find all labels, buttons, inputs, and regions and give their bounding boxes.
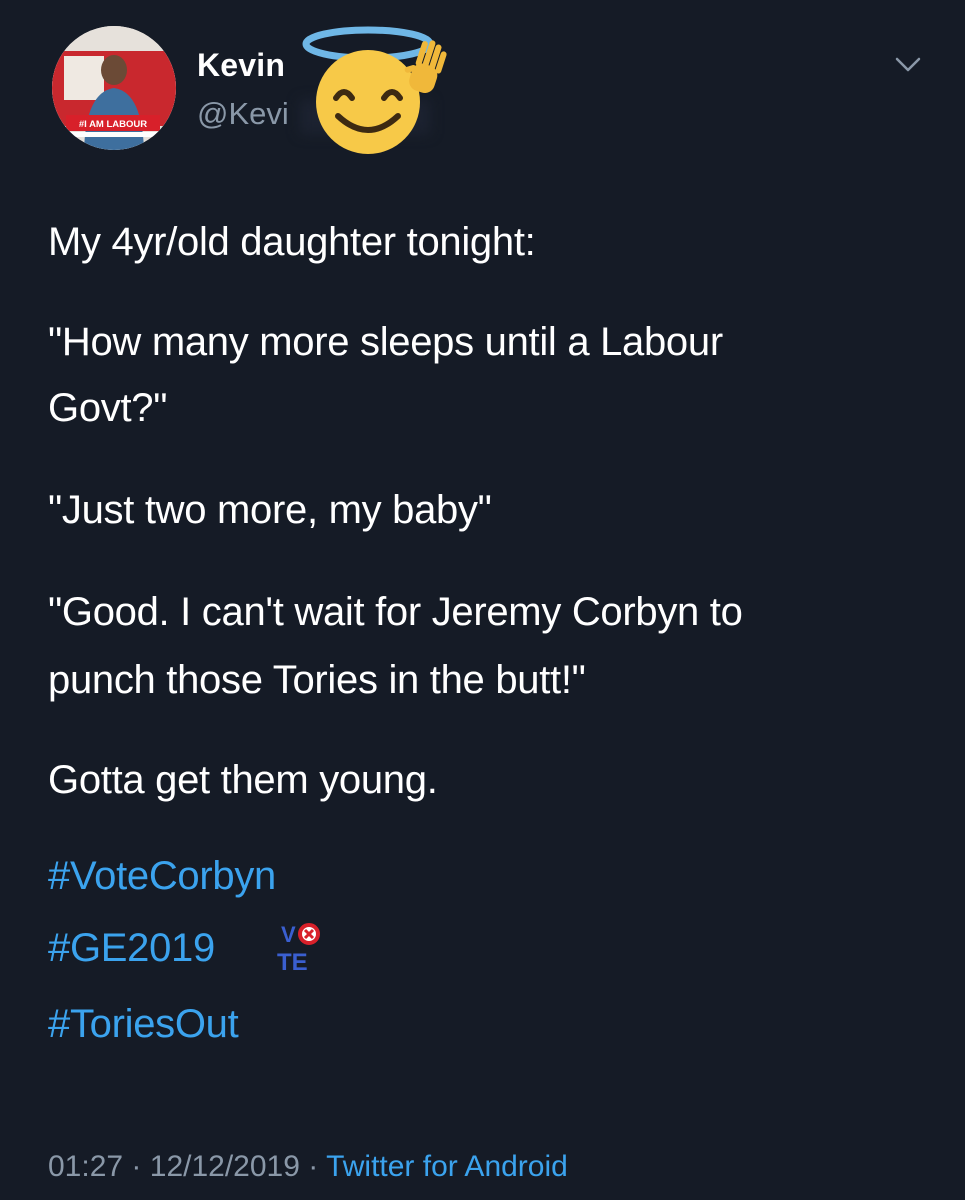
hashtag-link[interactable]: #VoteCorbyn — [48, 852, 276, 900]
avatar-image: #I AM LABOUR — [52, 26, 176, 150]
user-handle[interactable]: @Kevi — [197, 96, 289, 132]
meta-separator: · — [308, 1150, 319, 1183]
tweet-text-line: punch those Tories in the butt!" — [48, 658, 586, 702]
tweet-metadata: 01:27 · 12/12/2019 · Twitter for Android — [48, 1150, 568, 1184]
smiling-face-with-halo-icon — [302, 26, 447, 154]
tweet-source-link[interactable]: Twitter for Android — [326, 1150, 568, 1183]
hashtag-link[interactable]: #ToriesOut — [48, 1000, 239, 1048]
tweet-text-line: Gotta get them young. — [48, 758, 438, 802]
meta-separator: · — [131, 1150, 142, 1183]
tweet-time: 01:27 — [48, 1150, 124, 1183]
svg-text:TE: TE — [277, 949, 308, 976]
tweet-text-line: My 4yr/old daughter tonight: — [48, 220, 536, 264]
chevron-down-icon[interactable] — [891, 52, 925, 76]
svg-text:V: V — [281, 922, 296, 947]
tweet-text-line: "Just two more, my baby" — [48, 488, 492, 532]
tweet-text-line: "Good. I can't wait for Jeremy Corbyn to — [48, 590, 743, 634]
avatar-banner-text: #I AM LABOUR — [79, 119, 147, 130]
vote-ballot-icon: V TE — [277, 922, 320, 976]
tweet-text-line: Govt?" — [48, 386, 168, 430]
display-name[interactable]: Kevin — [197, 47, 285, 84]
tweet-date: 12/12/2019 — [149, 1150, 300, 1183]
tweet-card: #I AM LABOUR Kevin @Kevi My 4yr/old daug… — [0, 0, 965, 1200]
hashtag-link[interactable]: #GE2019 — [48, 924, 215, 972]
avatar[interactable]: #I AM LABOUR — [52, 26, 176, 150]
tweet-text-line: "How many more sleeps until a Labour — [48, 320, 723, 364]
